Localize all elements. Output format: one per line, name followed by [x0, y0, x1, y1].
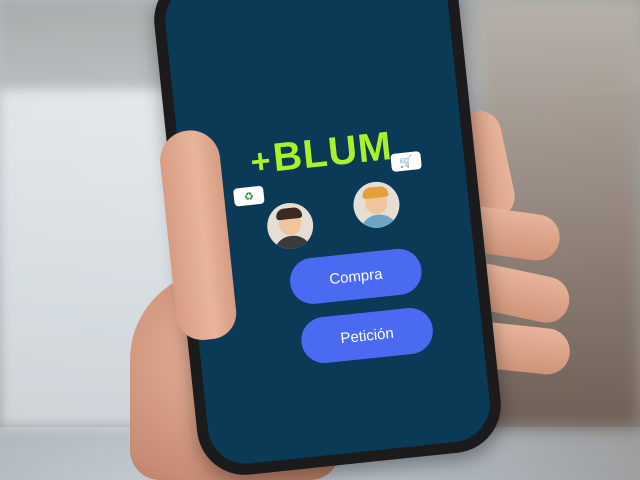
phone-screen: +BLUM ♻ 🛒 Compra Petición	[161, 0, 494, 468]
avatar-body	[272, 233, 313, 252]
cart-icon: 🛒	[398, 154, 414, 169]
recycle-icon: ♻	[243, 189, 255, 204]
peticion-button[interactable]: Petición	[299, 305, 436, 366]
logo-text: BLUM	[270, 124, 395, 181]
compra-button[interactable]: Compra	[287, 246, 424, 307]
recycle-bubble: ♻	[232, 185, 265, 207]
phone-device: +BLUM ♻ 🛒 Compra Petición	[149, 0, 506, 480]
avatar-blonde	[351, 179, 402, 231]
avatar-dark-hair	[264, 200, 316, 252]
avatar-body	[358, 212, 399, 231]
app-logo: +BLUM	[178, 117, 464, 191]
cart-bubble: 🛒	[390, 150, 422, 173]
logo-plus: +	[248, 141, 274, 182]
